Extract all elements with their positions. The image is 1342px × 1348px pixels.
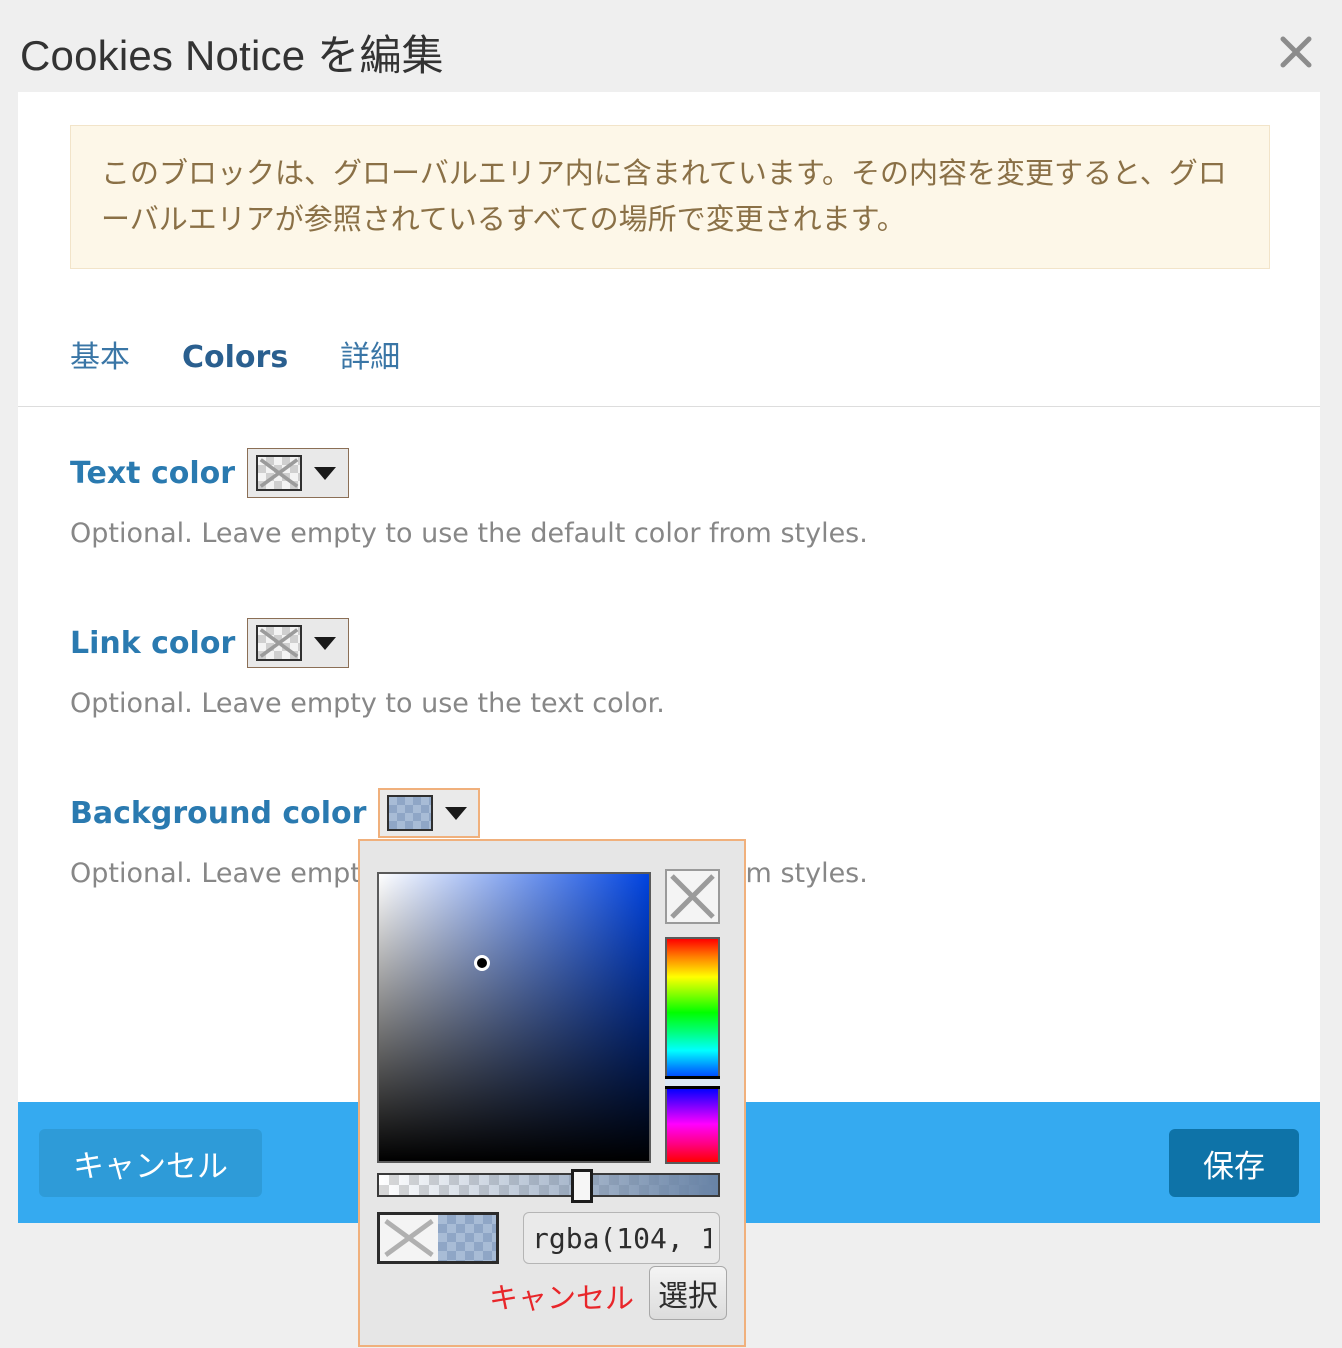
- background-color-swatch: [387, 795, 434, 831]
- alpha-slider-handle[interactable]: [571, 1169, 594, 1203]
- global-area-notice-text: このブロックは、グローバルエリア内に含まれています。その内容を変更すると、グロー…: [101, 156, 1227, 236]
- field-desc-link-color: Optional. Leave empty to use the text co…: [70, 688, 665, 719]
- preview-no-color-half: [380, 1215, 438, 1261]
- saturation-value-area[interactable]: [377, 872, 651, 1163]
- dialog-header: Cookies Notice を編集: [0, 0, 1342, 92]
- field-label-background-color: Background color: [70, 795, 367, 831]
- color-picker-popup: キャンセル 選択: [358, 839, 746, 1347]
- preview-selected-color-half: [438, 1215, 496, 1261]
- saturation-value-marker[interactable]: [473, 954, 490, 971]
- field-link-color: Link color Optional. Leave empty to use …: [70, 614, 665, 719]
- tab-bar: 基本 Colors 詳細: [70, 332, 1320, 406]
- checkerboard-pattern: [389, 797, 432, 829]
- picker-select-button[interactable]: 選択: [649, 1266, 727, 1320]
- tab-basic[interactable]: 基本: [70, 332, 130, 376]
- save-button[interactable]: 保存: [1169, 1129, 1299, 1197]
- background-color-picker-button[interactable]: [378, 788, 481, 838]
- link-color-swatch: [256, 625, 303, 661]
- close-icon[interactable]: [1272, 28, 1320, 76]
- color-preview-swatch[interactable]: [377, 1212, 499, 1264]
- cancel-button[interactable]: キャンセル: [39, 1129, 262, 1197]
- picker-cancel-link[interactable]: キャンセル: [489, 1275, 634, 1317]
- tab-colors[interactable]: Colors: [182, 340, 288, 375]
- clear-color-button[interactable]: [665, 869, 720, 924]
- page-title: Cookies Notice を編集: [20, 32, 444, 79]
- chevron-down-icon: [314, 466, 337, 480]
- alpha-slider[interactable]: [377, 1169, 720, 1203]
- hue-slider-handle[interactable]: [665, 1076, 720, 1090]
- link-color-picker-button[interactable]: [247, 618, 350, 668]
- text-color-swatch: [256, 455, 303, 491]
- hue-slider[interactable]: [665, 937, 720, 1164]
- field-desc-text-color: Optional. Leave empty to use the default…: [70, 518, 868, 549]
- tab-divider: [18, 406, 1320, 407]
- tab-advanced[interactable]: 詳細: [340, 332, 400, 376]
- field-label-text-color: Text color: [70, 455, 236, 491]
- field-label-link-color: Link color: [70, 625, 236, 661]
- global-area-notice: このブロックは、グローバルエリア内に含まれています。その内容を変更すると、グロー…: [70, 125, 1270, 269]
- chevron-down-icon: [445, 806, 468, 820]
- text-color-picker-button[interactable]: [247, 448, 350, 498]
- rgba-value-input[interactable]: [523, 1212, 720, 1264]
- chevron-down-icon: [314, 636, 337, 650]
- no-color-x-icon: [258, 457, 300, 489]
- edit-block-dialog: Cookies Notice を編集 このブロックは、グローバルエリア内に含まれ…: [0, 0, 1342, 1348]
- field-text-color: Text color Optional. Leave empty to use …: [70, 444, 868, 549]
- no-color-x-icon: [258, 627, 300, 659]
